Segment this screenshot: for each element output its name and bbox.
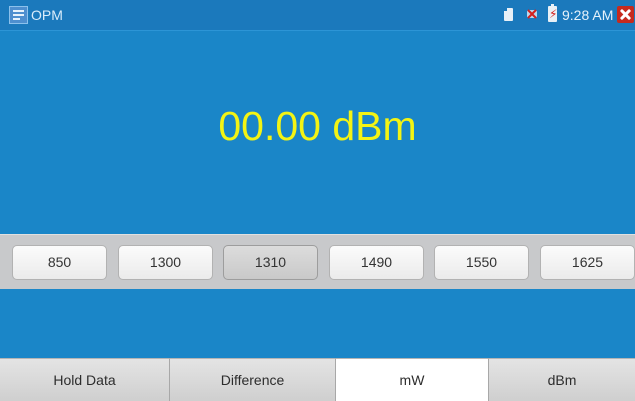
sd-card-icon (504, 8, 513, 21)
wavelength-button-850[interactable]: 850 (12, 245, 107, 280)
app-menu-icon[interactable] (9, 6, 28, 24)
hold-data-tab[interactable]: Hold Data (0, 358, 170, 401)
wavelength-button-1300[interactable]: 1300 (118, 245, 213, 280)
battery-charging-icon: ⚡ (548, 4, 558, 22)
app-title: OPM (31, 7, 63, 23)
clock: 9:28 AM (562, 7, 614, 23)
mw-tab[interactable]: mW (336, 358, 489, 401)
network-icon (527, 9, 537, 19)
wavelength-button-1310[interactable]: 1310 (223, 245, 318, 280)
wavelength-selector: 850 1300 1310 1490 1550 1625 (0, 234, 635, 289)
difference-tab[interactable]: Difference (170, 358, 336, 401)
power-reading: 00.00 dBm (218, 103, 417, 149)
opm-screen: OPM ⚡ 9:28 AM 00.00 dBm 850 1300 1310 14… (0, 0, 635, 401)
wavelength-button-1550[interactable]: 1550 (434, 245, 529, 280)
close-icon[interactable] (617, 6, 634, 23)
bottom-tab-bar: Hold Data Difference mW dBm (0, 358, 635, 401)
wavelength-button-1490[interactable]: 1490 (329, 245, 424, 280)
dbm-tab[interactable]: dBm (489, 358, 635, 401)
wavelength-button-1625[interactable]: 1625 (540, 245, 635, 280)
status-bar: OPM ⚡ 9:28 AM (0, 0, 635, 31)
